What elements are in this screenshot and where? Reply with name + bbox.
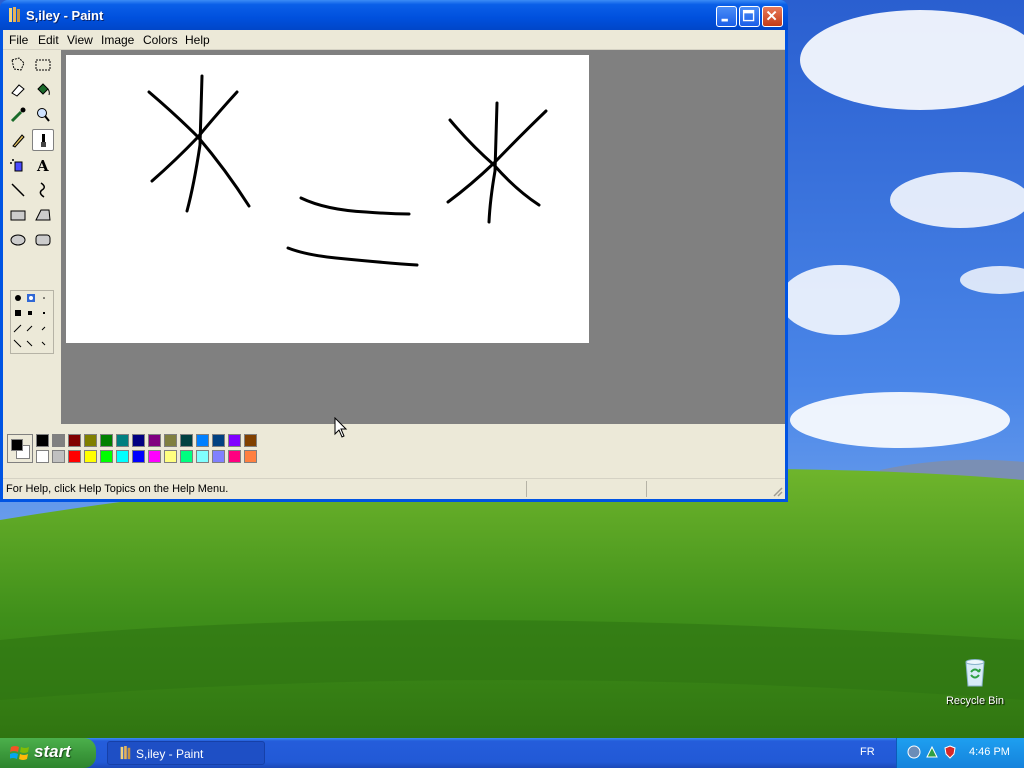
system-tray: 4:46 PM <box>896 738 1024 768</box>
color-swatch[interactable] <box>116 450 129 463</box>
text-icon[interactable]: A <box>32 154 54 176</box>
close-button[interactable] <box>762 6 783 27</box>
ellipse-icon[interactable] <box>7 229 29 251</box>
recycle-bin-label: Recycle Bin <box>945 695 1005 707</box>
minimize-icon <box>721 18 728 22</box>
status-bar: For Help, click Help Topics on the Help … <box>3 478 785 499</box>
window-title: S,iley - Paint <box>26 8 104 23</box>
menu-view[interactable]: View <box>67 33 93 47</box>
menu-image[interactable]: Image <box>101 33 134 47</box>
color-swatch[interactable] <box>36 450 49 463</box>
color-swatch[interactable] <box>228 450 241 463</box>
menu-colors[interactable]: Colors <box>143 33 178 47</box>
maximize-button[interactable] <box>739 6 760 27</box>
taskbar-item-paint[interactable]: S,iley - Paint <box>107 741 265 765</box>
taskbar-item-label: S,iley - Paint <box>136 747 204 761</box>
menu-bar: File Edit View Image Colors Help <box>3 30 785 50</box>
color-swatch[interactable] <box>164 450 177 463</box>
color-swatch[interactable] <box>132 434 145 447</box>
language-indicator[interactable]: FR <box>860 746 875 758</box>
color-swatch[interactable] <box>212 434 225 447</box>
color-swatch[interactable] <box>116 434 129 447</box>
current-colors[interactable] <box>7 434 33 463</box>
fill-icon[interactable] <box>32 79 54 101</box>
recycle-bin[interactable]: Recycle Bin <box>940 656 1010 707</box>
start-label: start <box>34 742 71 761</box>
maximize-icon <box>742 9 755 22</box>
airbrush-icon[interactable] <box>7 154 29 176</box>
status-text: For Help, click Help Topics on the Help … <box>6 483 229 495</box>
color-swatch[interactable] <box>52 450 65 463</box>
polygon-icon[interactable] <box>32 204 54 226</box>
brush-shape-options-icon <box>13 294 46 348</box>
title-bar[interactable]: S,iley - Paint <box>0 0 788 30</box>
color-swatch[interactable] <box>84 434 97 447</box>
eraser-icon[interactable] <box>7 79 29 101</box>
color-swatch[interactable] <box>68 434 81 447</box>
paint-task-icon <box>120 746 131 760</box>
tool-options[interactable] <box>10 290 54 354</box>
rectangle-icon[interactable] <box>7 204 29 226</box>
color-swatch[interactable] <box>212 450 225 463</box>
color-swatch[interactable] <box>100 434 113 447</box>
curve-icon[interactable] <box>32 179 54 201</box>
minimize-button[interactable] <box>716 6 737 27</box>
pick-color-icon[interactable] <box>7 104 29 126</box>
color-swatch[interactable] <box>148 450 161 463</box>
color-swatch[interactable] <box>84 450 97 463</box>
color-swatch[interactable] <box>196 450 209 463</box>
paint-window: S,iley - Paint File Edit View Image Colo… <box>0 0 788 502</box>
color-swatch[interactable] <box>180 434 193 447</box>
color-swatch[interactable] <box>244 450 257 463</box>
color-swatch[interactable] <box>196 434 209 447</box>
svg-text:A: A <box>36 157 49 175</box>
color-palette <box>3 425 785 473</box>
magnifier-icon[interactable] <box>32 104 54 126</box>
color-swatch[interactable] <box>68 450 81 463</box>
color-swatch[interactable] <box>244 434 257 447</box>
color-swatch[interactable] <box>180 450 193 463</box>
network-icon[interactable] <box>925 745 939 759</box>
windows-logo-icon <box>10 746 29 760</box>
color-swatch[interactable] <box>132 450 145 463</box>
select-icon[interactable] <box>32 54 54 76</box>
rounded-rectangle-icon[interactable] <box>32 229 54 251</box>
mouse-cursor-icon <box>334 417 348 438</box>
color-swatch[interactable] <box>100 450 113 463</box>
pencil-icon[interactable] <box>7 129 29 151</box>
menu-help[interactable]: Help <box>185 33 210 47</box>
resize-grip-icon[interactable] <box>771 485 783 497</box>
color-swatch[interactable] <box>164 434 177 447</box>
security-shield-icon[interactable] <box>943 745 957 759</box>
clock: 4:46 PM <box>969 746 1010 758</box>
status-divider <box>646 481 647 497</box>
menu-file[interactable]: File <box>9 33 28 47</box>
brush-icon[interactable] <box>32 129 54 151</box>
window-client: File Edit View Image Colors Help A For H… <box>3 30 785 499</box>
line-icon[interactable] <box>7 179 29 201</box>
paint-app-icon <box>9 7 20 22</box>
free-form-select-icon[interactable] <box>7 54 29 76</box>
status-divider <box>526 481 527 497</box>
menu-edit[interactable]: Edit <box>38 33 59 47</box>
recycle-bin-icon <box>965 659 985 687</box>
color-swatch[interactable] <box>52 434 65 447</box>
canvas-workspace[interactable] <box>61 50 785 424</box>
foreground-color-swatch <box>11 439 23 451</box>
color-swatch[interactable] <box>148 434 161 447</box>
start-button[interactable]: start <box>0 738 96 768</box>
drawing-canvas[interactable] <box>66 55 589 343</box>
volume-icon[interactable] <box>907 745 921 759</box>
toolbox: A <box>3 50 62 424</box>
color-swatch[interactable] <box>228 434 241 447</box>
taskbar: start S,iley - Paint FR 4:46 PM <box>0 738 1024 768</box>
color-swatch[interactable] <box>36 434 49 447</box>
close-icon <box>766 10 777 21</box>
